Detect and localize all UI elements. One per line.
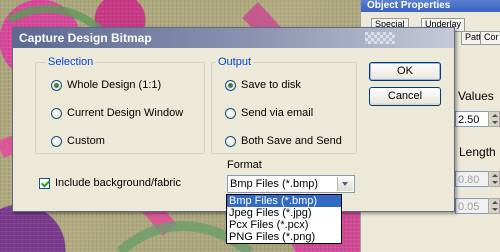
include-background-checkbox[interactable]: Include background/fabric xyxy=(39,177,181,189)
radio-save-to-disk[interactable]: Save to disk xyxy=(225,79,301,91)
radio-indicator xyxy=(225,107,236,119)
tab-cor[interactable]: Cor xyxy=(480,31,500,45)
radio-send-via-email[interactable]: Send via email xyxy=(225,107,313,119)
dialog-title-bar[interactable]: Capture Design Bitmap xyxy=(13,28,454,48)
radio-both-save-and-send[interactable]: Both Save and Send xyxy=(225,135,342,147)
format-select[interactable]: Bmp Files (*.bmp) xyxy=(227,175,355,193)
radio-label: Whole Design (1:1) xyxy=(67,79,162,91)
output-legend: Output xyxy=(216,56,254,68)
title-bar-texture xyxy=(365,32,395,44)
length-label: Length xyxy=(459,145,496,159)
radio-whole-design[interactable]: Whole Design (1:1) xyxy=(51,79,161,91)
radio-indicator xyxy=(51,135,62,147)
panel-title: Object Properties xyxy=(361,0,500,12)
radio-indicator xyxy=(51,79,62,91)
radio-label: Custom xyxy=(67,135,105,147)
disabled-input-1: 0.80 xyxy=(455,171,489,187)
radio-label: Both Save and Send xyxy=(241,135,342,147)
radio-indicator xyxy=(225,135,236,147)
value-input[interactable]: 2.50 xyxy=(455,111,489,127)
radio-indicator xyxy=(51,107,62,119)
format-option-bmp[interactable]: Bmp Files (*.bmp) xyxy=(227,195,341,207)
checkbox-label: Include background/fabric xyxy=(55,177,181,189)
format-selected-value: Bmp Files (*.bmp) xyxy=(230,178,319,190)
format-dropdown-list[interactable]: Bmp Files (*.bmp) Jpeg Files (*.jpg) Pcx… xyxy=(226,194,342,244)
radio-indicator xyxy=(225,79,236,91)
capture-design-bitmap-dialog: Capture Design Bitmap Selection Whole De… xyxy=(12,27,455,212)
radio-label: Current Design Window xyxy=(67,107,184,119)
ok-button[interactable]: OK xyxy=(369,62,441,81)
disabled-spinner-1 xyxy=(488,171,500,187)
format-option-jpeg[interactable]: Jpeg Files (*.jpg) xyxy=(227,207,341,219)
radio-label: Save to disk xyxy=(241,79,301,91)
format-option-png[interactable]: PNG Files (*.png) xyxy=(227,231,341,243)
radio-current-design-window[interactable]: Current Design Window xyxy=(51,107,183,119)
chevron-down-icon[interactable] xyxy=(337,177,353,191)
format-label: Format xyxy=(227,159,262,171)
value-spinner[interactable] xyxy=(488,111,500,127)
selection-legend: Selection xyxy=(46,56,96,68)
radio-custom[interactable]: Custom xyxy=(51,135,105,147)
values-label: Values xyxy=(458,89,494,103)
cancel-button[interactable]: Cancel xyxy=(369,87,441,106)
format-option-pcx[interactable]: Pcx Files (*.pcx) xyxy=(227,219,341,231)
disabled-input-2: 0.05 xyxy=(455,198,489,214)
disabled-spinner-2 xyxy=(488,198,500,214)
dialog-title: Capture Design Bitmap xyxy=(19,31,152,45)
radio-label: Send via email xyxy=(241,107,314,119)
checkbox-indicator xyxy=(39,177,50,189)
